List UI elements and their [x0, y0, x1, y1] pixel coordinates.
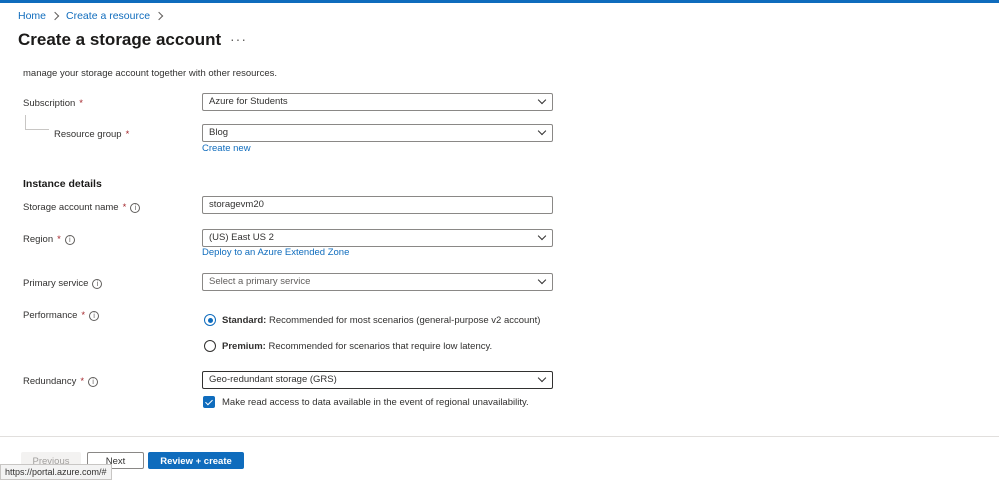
subscription-value: Azure for Students [209, 96, 288, 107]
radio-button-selected[interactable] [204, 314, 216, 326]
performance-option-premium[interactable]: Premium: Recommended for scenarios that … [204, 340, 492, 352]
required-marker: * [79, 98, 83, 109]
resource-group-value: Blog [209, 127, 229, 138]
subscription-label: Subscription * [23, 98, 83, 109]
tree-connector [25, 115, 26, 129]
primary-service-dropdown[interactable]: Select a primary service [202, 273, 553, 291]
info-icon[interactable]: i [89, 310, 100, 321]
subscription-label-text: Subscription [23, 98, 76, 109]
resource-group-label-text: Resource group [54, 129, 122, 140]
page-title: Create a storage account [18, 30, 222, 49]
info-icon[interactable]: i [130, 202, 141, 213]
deploy-extended-zone-link[interactable]: Deploy to an Azure Extended Zone [202, 247, 349, 258]
info-icon[interactable]: i [88, 376, 99, 387]
performance-label: Performance * i [23, 310, 100, 321]
redundancy-dropdown[interactable]: Geo-redundant storage (GRS) [202, 371, 553, 389]
chevron-right-icon [154, 11, 164, 21]
required-marker: * [57, 234, 61, 245]
read-access-label: Make read access to data available in th… [222, 396, 529, 408]
info-icon[interactable]: i [92, 278, 103, 289]
storage-account-name-input[interactable]: storagevm20 [202, 196, 553, 214]
storage-account-name-value: storagevm20 [209, 199, 264, 210]
footer-divider [0, 436, 999, 437]
breadcrumb-home[interactable]: Home [18, 10, 46, 22]
storage-account-name-label-text: Storage account name [23, 202, 119, 213]
subscription-dropdown[interactable]: Azure for Students [202, 93, 553, 111]
premium-option-desc: Recommended for scenarios that require l… [268, 340, 493, 352]
read-access-option[interactable]: Make read access to data available in th… [203, 396, 529, 408]
top-accent-bar [0, 0, 999, 3]
premium-option-name: Premium: [222, 340, 266, 352]
intro-text: manage your storage account together wit… [23, 68, 278, 79]
breadcrumb-create-resource[interactable]: Create a resource [66, 10, 150, 22]
resource-group-dropdown[interactable]: Blog [202, 124, 553, 142]
status-bar-url: https://portal.azure.com/# [0, 464, 112, 480]
tree-connector [25, 129, 49, 130]
performance-option-standard[interactable]: Standard: Recommended for most scenarios… [204, 314, 540, 326]
checkbox-checked-icon[interactable] [203, 396, 215, 408]
primary-service-placeholder: Select a primary service [209, 276, 311, 287]
required-marker: * [125, 129, 130, 140]
radio-button[interactable] [204, 340, 216, 352]
review-create-button[interactable]: Review + create [148, 452, 244, 469]
region-dropdown[interactable]: (US) East US 2 [202, 229, 553, 247]
redundancy-label: Redundancy * i [23, 376, 99, 387]
region-label: Region * i [23, 234, 75, 245]
required-marker: * [80, 376, 85, 387]
more-options-icon[interactable]: ··· [230, 31, 247, 47]
instance-details-heading: Instance details [23, 178, 102, 190]
standard-option-name: Standard: [222, 314, 267, 326]
redundancy-value: Geo-redundant storage (GRS) [209, 374, 337, 385]
performance-label-text: Performance [23, 310, 78, 321]
breadcrumb: Home Create a resource [18, 10, 164, 22]
redundancy-label-text: Redundancy [23, 376, 77, 387]
standard-option-desc: Recommended for most scenarios (general-… [268, 314, 541, 326]
standard-option-text: Standard: Recommended for most scenarios… [222, 315, 540, 326]
region-value: (US) East US 2 [209, 232, 274, 243]
resource-group-label: Resource group * [54, 129, 129, 140]
primary-service-label: Primary service i [23, 278, 103, 289]
info-icon[interactable]: i [64, 234, 75, 245]
required-marker: * [81, 310, 86, 321]
region-label-text: Region [23, 234, 54, 245]
chevron-right-icon [50, 11, 60, 21]
required-marker: * [122, 202, 127, 213]
premium-option-text: Premium: Recommended for scenarios that … [222, 341, 492, 352]
create-new-link[interactable]: Create new [202, 143, 251, 154]
primary-service-label-text: Primary service [23, 278, 89, 289]
storage-account-name-label: Storage account name * i [23, 202, 141, 213]
